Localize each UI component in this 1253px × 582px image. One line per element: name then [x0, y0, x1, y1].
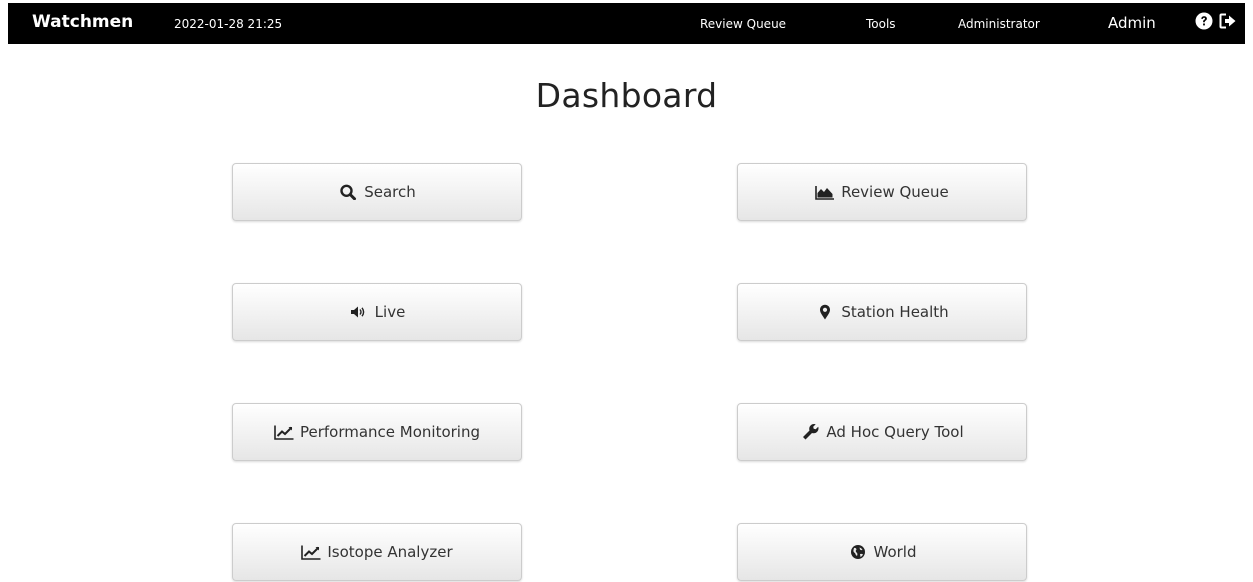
world-label: World	[873, 543, 917, 561]
line-chart-icon	[274, 424, 294, 440]
live-label: Live	[374, 303, 406, 321]
search-icon	[338, 184, 358, 200]
nav-tools[interactable]: Tools	[866, 3, 896, 44]
ad-hoc-query-tool-button[interactable]: Ad Hoc Query Tool	[737, 403, 1027, 461]
review-queue-button[interactable]: Review Queue	[737, 163, 1027, 221]
wrench-icon	[800, 424, 820, 440]
ad-hoc-query-tool-label: Ad Hoc Query Tool	[826, 423, 964, 441]
station-health-label: Station Health	[841, 303, 949, 321]
line-chart-icon	[301, 544, 321, 560]
search-button[interactable]: Search	[232, 163, 522, 221]
volume-icon	[349, 304, 369, 320]
brand-link[interactable]: Watchmen	[32, 3, 133, 44]
world-button[interactable]: World	[737, 523, 1027, 581]
top-navbar: Watchmen 2022-01-28 21:25 Review Queue T…	[8, 3, 1245, 44]
isotope-analyzer-label: Isotope Analyzer	[327, 543, 453, 561]
area-chart-icon	[815, 184, 835, 200]
performance-monitoring-button[interactable]: Performance Monitoring	[232, 403, 522, 461]
search-label: Search	[364, 183, 416, 201]
performance-monitoring-label: Performance Monitoring	[299, 423, 481, 441]
isotope-analyzer-button[interactable]: Isotope Analyzer	[232, 523, 522, 581]
sign-out-icon[interactable]	[1219, 12, 1237, 30]
review-queue-label: Review Queue	[841, 183, 949, 201]
page-title: Dashboard	[535, 76, 718, 115]
globe-icon	[848, 544, 868, 560]
live-button[interactable]: Live	[232, 283, 522, 341]
nav-review-queue[interactable]: Review Queue	[700, 3, 786, 44]
user-menu[interactable]: Admin	[1108, 3, 1156, 44]
station-health-button[interactable]: Station Health	[737, 283, 1027, 341]
help-circle-icon[interactable]	[1195, 12, 1213, 30]
map-marker-icon	[815, 304, 835, 320]
current-datetime: 2022-01-28 21:25	[174, 17, 283, 31]
nav-administrator[interactable]: Administrator	[958, 3, 1040, 44]
